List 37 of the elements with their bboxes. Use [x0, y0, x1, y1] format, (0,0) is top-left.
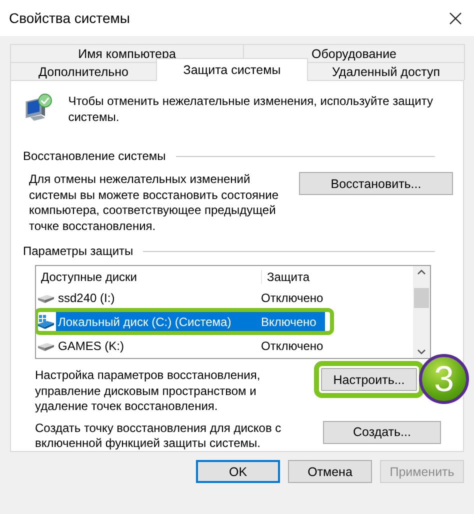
column-header[interactable]: Защита [262, 270, 310, 284]
tab[interactable]: Удаленный доступ [307, 62, 465, 80]
action-button[interactable]: Создать... [323, 420, 441, 444]
list-row[interactable]: GAMES (K:) Отключено [38, 336, 413, 355]
tab[interactable]: Имя компьютера [10, 44, 244, 62]
list-row[interactable]: Локальный диск (C:) (Система) Включено [38, 312, 330, 331]
scroll-down-icon[interactable] [417, 349, 426, 355]
close-icon[interactable] [449, 12, 462, 24]
restore-button[interactable]: Восстановить... [299, 172, 453, 195]
drive-icon [38, 292, 54, 302]
drive-icon [38, 340, 54, 350]
intro-text: Чтобы отменить нежелательные изменения, используйте защиту системы. [68, 93, 434, 125]
group-title: Восстановление системы [23, 149, 166, 164]
step-badge: 3 [419, 354, 469, 404]
scroll-thumb[interactable] [414, 288, 429, 308]
restore-description: Для отмены нежелательных изменений системы вы можете восстановить состояние компьютера, соответствующее предыдущей точке восстановления. [29, 172, 280, 234]
system-drive-icon [38, 314, 54, 328]
scroll-up-icon[interactable] [417, 269, 426, 275]
drive-name: ssd240 (I:) [57, 290, 116, 306]
column-header[interactable]: Доступные диски [36, 270, 262, 284]
action-description: Создать точку восстановления для дисков с включенной функцией защиты системы. [35, 420, 282, 452]
tab[interactable]: Оборудование [243, 44, 465, 62]
drive-name: GAMES (K:) [57, 338, 126, 354]
group-title: Параметры защиты [23, 244, 134, 259]
list-row[interactable]: ssd240 (I:) Отключено [38, 288, 413, 307]
protection-status: Включено [256, 312, 325, 331]
window-title: Свойства системы [9, 10, 130, 26]
tab[interactable]: Дополнительно [10, 62, 157, 80]
protection-status: Отключено [260, 290, 324, 306]
tab[interactable]: Защита системы [156, 58, 308, 81]
action-description: Настройка параметров восстановления, управление дисковым пространством и удаление точек восстановления. [35, 368, 262, 414]
dialog-button[interactable]: Отмена [288, 460, 372, 483]
scrollbar[interactable] [413, 266, 430, 358]
drive-name: Локальный диск (C:) (Система) [56, 312, 256, 331]
protection-status: Отключено [260, 338, 324, 354]
computer-shield-icon [23, 91, 54, 123]
dialog-button[interactable]: OK [196, 460, 280, 483]
